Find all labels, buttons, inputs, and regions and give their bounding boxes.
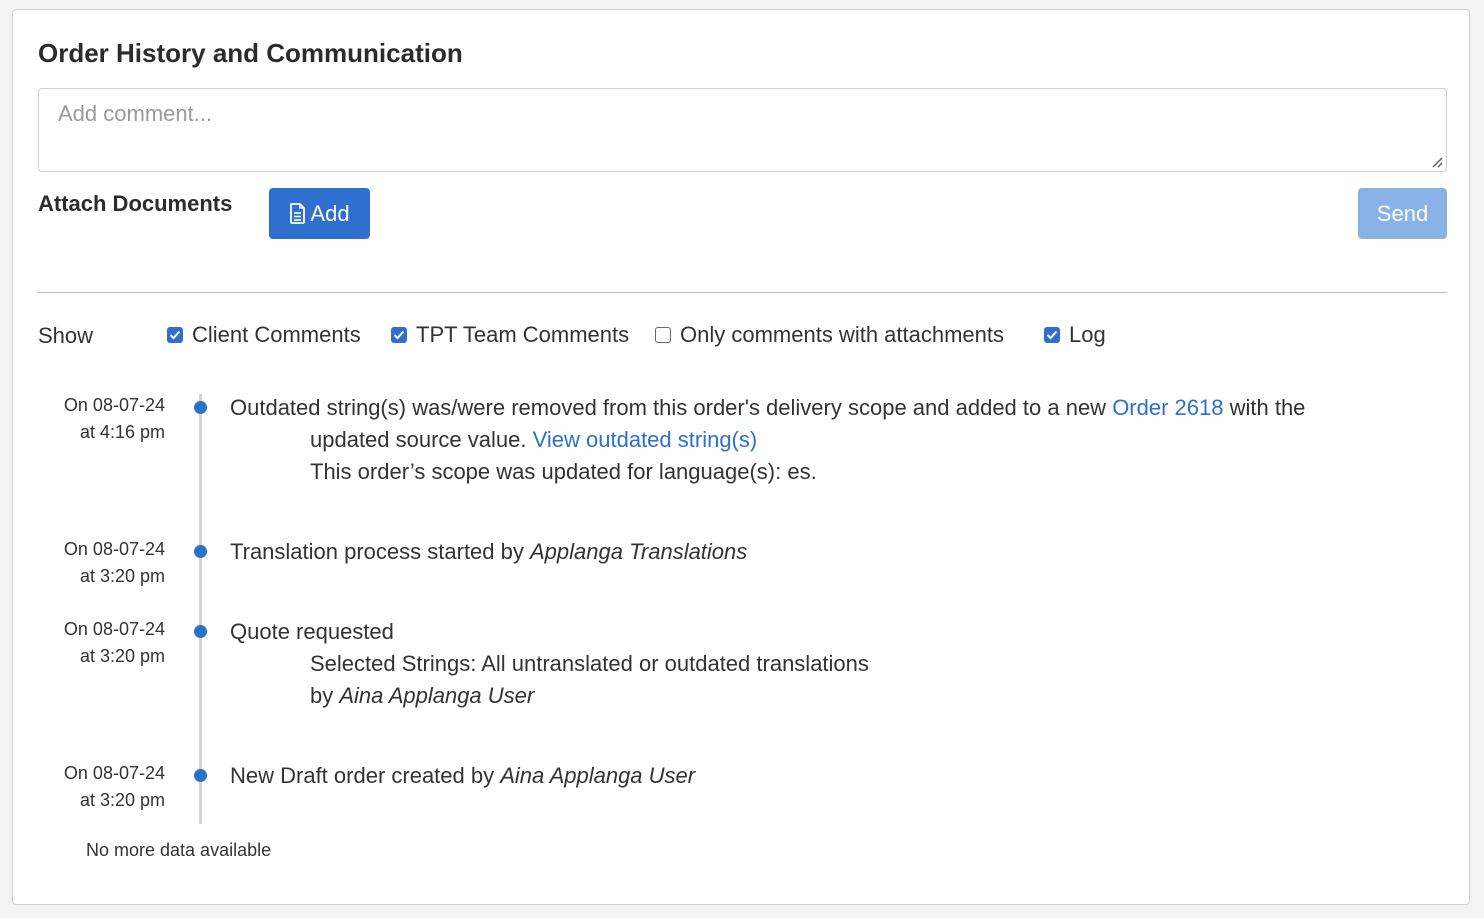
date-line: On 08-07-24 bbox=[63, 395, 165, 415]
entry-line: by Aina Applanga User bbox=[230, 680, 1430, 712]
filter-label: Log bbox=[1069, 322, 1106, 347]
date-line: On 08-07-24 bbox=[63, 539, 165, 559]
order-link[interactable]: Order 2618 bbox=[1112, 395, 1223, 420]
time-line: at 3:20 pm bbox=[79, 566, 165, 586]
entry-text: New Draft order created by Aina Applanga… bbox=[230, 760, 1430, 792]
actor-name: Applanga Translations bbox=[530, 539, 748, 564]
filter-label: TPT Team Comments bbox=[416, 322, 630, 347]
actor-name: Aina Applanga User bbox=[339, 683, 535, 708]
filter-label: Only comments with attachments bbox=[680, 322, 1005, 347]
client-comments-checkbox[interactable] bbox=[167, 327, 183, 343]
log-checkbox[interactable] bbox=[1044, 327, 1060, 343]
entry-line: This order’s scope was updated for langu… bbox=[310, 459, 817, 484]
entry-text: Quote requested Selected Strings: All un… bbox=[230, 616, 1430, 712]
send-button[interactable]: Send bbox=[1358, 188, 1447, 239]
view-outdated-strings-link[interactable]: View outdated string(s) bbox=[533, 427, 758, 452]
date-line: On 08-07-24 bbox=[63, 763, 165, 783]
time-line: at 3:20 pm bbox=[79, 790, 165, 810]
check-icon bbox=[169, 330, 181, 340]
entry-text-part: Outdated string(s) was/were removed from… bbox=[230, 395, 1113, 420]
section-divider bbox=[38, 292, 1447, 293]
resize-handle-icon[interactable] bbox=[1431, 156, 1443, 168]
no-more-data-label: No more data available bbox=[86, 840, 272, 860]
show-filter-label: Show bbox=[38, 323, 94, 348]
entry-text-part: with the bbox=[1223, 395, 1306, 420]
order-history-panel: Order History and Communication Attach D… bbox=[12, 9, 1470, 905]
entry-line: Outdated string(s) was/were removed from… bbox=[230, 392, 1430, 424]
timeline-dot bbox=[194, 625, 207, 638]
filter-label: Client Comments bbox=[192, 322, 361, 347]
entry-text: Outdated string(s) was/were removed from… bbox=[230, 392, 1430, 488]
entry-line: Quote requested bbox=[230, 619, 394, 644]
check-icon bbox=[1046, 330, 1058, 340]
attach-documents-label: Attach Documents bbox=[38, 191, 233, 216]
entry-line: Selected Strings: All untranslated or ou… bbox=[310, 651, 869, 676]
timeline-dot bbox=[194, 769, 207, 782]
add-button-label: Add bbox=[310, 200, 350, 226]
time-line: at 4:16 pm bbox=[79, 422, 165, 442]
panel-title: Order History and Communication bbox=[38, 38, 463, 68]
filter-client-comments[interactable]: Client Comments bbox=[167, 322, 361, 348]
entry-text: Translation process started by Applanga … bbox=[230, 536, 1430, 568]
filter-tpt-team-comments[interactable]: TPT Team Comments bbox=[391, 322, 629, 348]
entry-text-part: by bbox=[310, 683, 340, 708]
filter-log[interactable]: Log bbox=[1044, 322, 1106, 348]
entry-text-part: New Draft order created by bbox=[230, 763, 501, 788]
entry-date: On 08-07-24 at 3:20 pm bbox=[33, 760, 165, 814]
add-document-button[interactable]: Add bbox=[269, 188, 370, 239]
check-icon bbox=[393, 330, 405, 340]
entry-line: updated source value. View outdated stri… bbox=[230, 424, 1430, 456]
actor-name: Aina Applanga User bbox=[500, 763, 696, 788]
time-line: at 3:20 pm bbox=[79, 646, 165, 666]
entry-date: On 08-07-24 at 3:20 pm bbox=[33, 616, 165, 670]
entry-date: On 08-07-24 at 3:20 pm bbox=[33, 536, 165, 590]
timeline-dot bbox=[194, 545, 207, 558]
date-line: On 08-07-24 bbox=[63, 619, 165, 639]
comment-input[interactable] bbox=[38, 88, 1447, 172]
entry-text-part: updated source value. bbox=[310, 427, 533, 452]
only-attachments-checkbox[interactable] bbox=[655, 327, 671, 343]
filter-only-attachments[interactable]: Only comments with attachments bbox=[655, 322, 1004, 348]
timeline-dot bbox=[194, 401, 207, 414]
tpt-team-comments-checkbox[interactable] bbox=[391, 327, 407, 343]
file-icon bbox=[290, 203, 306, 224]
entry-date: On 08-07-24 at 4:16 pm bbox=[33, 392, 165, 446]
timeline-line bbox=[199, 394, 202, 824]
entry-text-part: Translation process started by bbox=[230, 539, 530, 564]
